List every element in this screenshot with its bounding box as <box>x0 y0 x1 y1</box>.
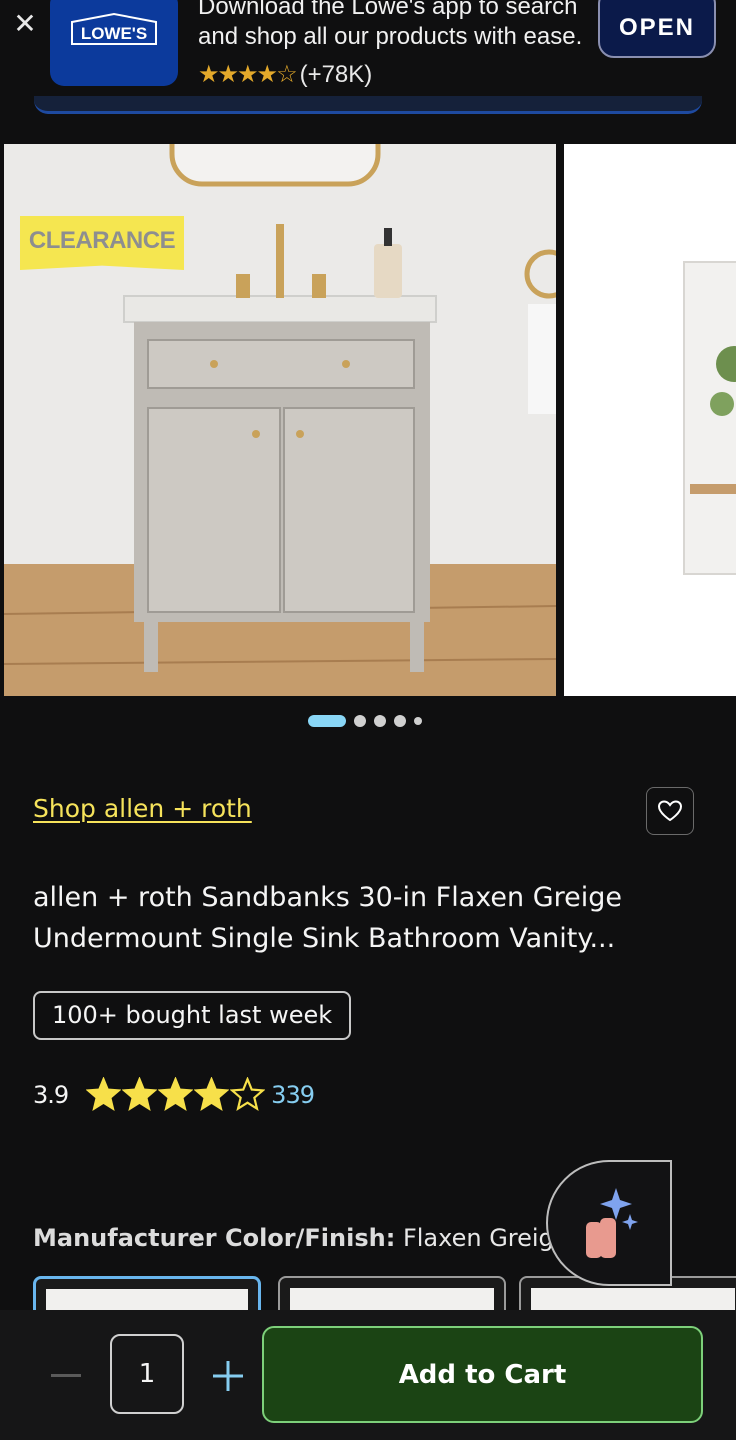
product-image-gallery[interactable]: CLEARANCE <box>0 144 736 696</box>
product-image-next[interactable] <box>564 144 736 696</box>
heart-icon <box>657 800 683 822</box>
pagination-dot[interactable] <box>414 717 422 725</box>
pagination-dot-active[interactable] <box>308 715 346 727</box>
next-image-preview <box>683 261 736 575</box>
gallery-pagination <box>308 713 422 729</box>
lowes-logo: LOWE'S <box>71 12 157 45</box>
star-filled-icon <box>122 1077 158 1112</box>
add-to-cart-bar: 1 Add to Cart <box>0 1310 736 1440</box>
product-title: allen + roth Sandbanks 30-in Flaxen Grei… <box>33 882 623 954</box>
clearance-badge: CLEARANCE <box>20 216 184 270</box>
color-finish-label: Manufacturer Color/Finish: <box>33 1224 396 1252</box>
star-filled-icon <box>194 1077 230 1112</box>
banner-stars: ★★★★☆ <box>198 61 298 88</box>
close-icon[interactable]: ✕ <box>10 6 40 42</box>
swatch-selected[interactable] <box>33 1276 261 1310</box>
lowes-app-icon[interactable]: LOWE'S <box>50 0 178 86</box>
minus-icon <box>51 1374 81 1377</box>
color-finish-value: Flaxen Greige <box>402 1224 553 1252</box>
pagination-dot[interactable] <box>374 715 386 727</box>
review-count-link[interactable]: 339 <box>271 1081 315 1109</box>
star-filled-icon <box>86 1077 122 1112</box>
shop-brand-link[interactable]: Shop allen + roth <box>33 794 252 823</box>
bought-last-week-badge: 100+ bought last week <box>33 991 352 1040</box>
ai-assistant-button[interactable] <box>546 1160 672 1286</box>
banner-message: Download the Lowe's app to search and sh… <box>198 0 583 50</box>
rating-value: 3.9 <box>33 1080 69 1109</box>
star-empty-icon <box>230 1077 266 1112</box>
banner-rating-count: (+78K) <box>299 60 373 88</box>
add-to-cart-button[interactable]: Add to Cart <box>262 1326 703 1423</box>
sparkle-assistant-icon <box>586 1188 638 1258</box>
rating-stars <box>86 1077 266 1112</box>
product-rating[interactable]: 3.9 339 <box>33 1077 315 1112</box>
color-finish-row: Manufacturer Color/Finish: Flaxen Greige <box>33 1224 553 1252</box>
search-bar-edge <box>34 96 702 114</box>
star-filled-icon <box>158 1077 194 1112</box>
increase-quantity-button[interactable] <box>210 1358 246 1394</box>
decrease-quantity-button[interactable] <box>48 1358 84 1394</box>
favorite-button[interactable] <box>646 787 694 835</box>
app-install-banner: ✕ LOWE'S Download the Lowe's app to sear… <box>0 0 736 100</box>
plus-icon <box>213 1361 243 1391</box>
quantity-field[interactable]: 1 <box>110 1334 184 1414</box>
pagination-dot[interactable] <box>354 715 366 727</box>
product-image-vanity[interactable]: CLEARANCE <box>4 144 556 696</box>
pagination-dot[interactable] <box>394 715 406 727</box>
svg-text:LOWE'S: LOWE'S <box>81 24 147 43</box>
swatch-option[interactable] <box>278 1276 506 1310</box>
open-app-button[interactable]: OPEN <box>598 0 716 58</box>
banner-rating: ★★★★☆ (+78K) <box>198 60 372 89</box>
